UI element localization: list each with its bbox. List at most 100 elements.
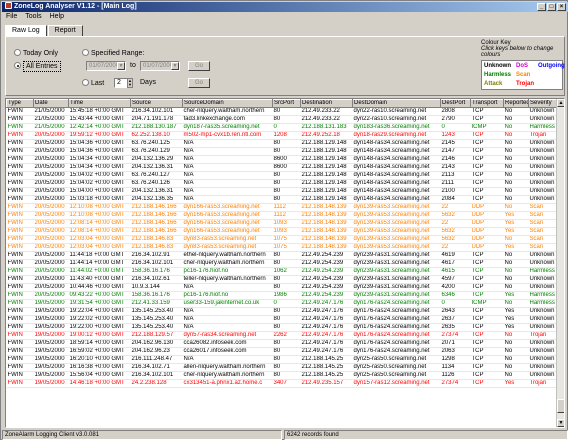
- specified-range-option[interactable]: Specified Range:: [82, 49, 144, 57]
- table-cell: FWIN: [6, 227, 34, 236]
- column-header[interactable]: DestDomain: [352, 99, 441, 108]
- table-row[interactable]: FWIN 20/05/2000 12:10:08 +0:00 GMT 212.188.…: [6, 211, 559, 220]
- table-row[interactable]: FWIN 20/05/2000 19:59:12 +0:00 GMT 62.252.1…: [6, 131, 559, 140]
- close-button[interactable]: ×: [557, 3, 566, 11]
- table-row[interactable]: FWIN 20/05/2000 15:04:00 +0:00 GMT 204.132.…: [6, 187, 559, 196]
- all-entries-label: All Entries: [23, 61, 61, 72]
- chevron-down-icon[interactable]: ▼: [117, 62, 125, 70]
- table-row[interactable]: FWIN 19/05/2000 16:59:02 +0:00 GMT 204.162.…: [6, 347, 559, 356]
- table-cell: 212.188.129.148: [300, 195, 353, 204]
- table-row[interactable]: FWIN 19/05/2000 19:22:00 +0:00 GMT 135.145.…: [6, 323, 559, 332]
- table-cell: 20/05/2000: [33, 203, 69, 212]
- days-go-button[interactable]: Go: [188, 78, 210, 88]
- table-row[interactable]: FWIN 20/05/2000 12:08:14 +0:00 GMT 212.188.…: [6, 219, 559, 228]
- table-cell: Unknown: [528, 259, 559, 268]
- column-header[interactable]: Type: [6, 99, 34, 108]
- today-only-option[interactable]: Today Only: [14, 49, 58, 57]
- scroll-down-icon[interactable]: ▼: [557, 419, 564, 427]
- scroll-thumb[interactable]: [557, 399, 564, 413]
- table-row[interactable]: FWIN 21/05/2000 12:42:14 +0:00 GMT 212.188.…: [6, 123, 559, 132]
- table-row[interactable]: FWIN 20/05/2000 11:44:14 +0:00 GMT 216.34.1…: [6, 259, 559, 268]
- column-header[interactable]: DestPort: [440, 99, 471, 108]
- minimize-button[interactable]: _: [537, 3, 546, 11]
- table-cell: 212.188.146.166: [130, 227, 183, 236]
- colour-key-item[interactable]: Outgoing: [538, 62, 566, 70]
- table-cell: 63.76.240.127: [130, 171, 183, 180]
- title-bar[interactable]: ZoneLog Analyser V1.12 - [Main Log] _ □ …: [2, 2, 568, 12]
- from-date-picker[interactable]: 01/07/2000 ▼: [86, 61, 126, 71]
- last-days-option[interactable]: Last: [82, 79, 104, 87]
- days-label: Days: [140, 79, 156, 86]
- colour-key-item[interactable]: Unknown: [484, 62, 516, 70]
- table-row[interactable]: FWIN 19/05/2000 19:22:02 +0:00 GMT 135.145.…: [6, 315, 559, 324]
- column-header[interactable]: Destination: [300, 99, 353, 108]
- table-row[interactable]: FWIN 19/05/2000 19:31:54 +0:00 GMT 212.41.3…: [6, 299, 559, 308]
- menu-help[interactable]: Help: [50, 12, 64, 22]
- log-table-container[interactable]: Type Date Time Source SourceDomain SrcPort Des…: [5, 98, 565, 428]
- table-row[interactable]: FWIN 20/05/2000 15:04:34 +0:00 GMT 204.132.…: [6, 163, 559, 172]
- table-row[interactable]: FWIN 19/05/2000 15:56:04 +0:00 GMT 216.34.1…: [6, 371, 559, 380]
- table-row[interactable]: FWIN 20/05/2000 10:44:46 +0:00 GMT 10.9.3.1…: [6, 283, 559, 292]
- table-row[interactable]: FWIN 20/05/2000 15:04:02 +0:00 GMT 63.76.24…: [6, 171, 559, 180]
- column-header[interactable]: Reported: [503, 99, 529, 108]
- specified-range-radio[interactable]: [82, 49, 89, 56]
- vertical-scrollbar[interactable]: ▲ ▼: [556, 99, 564, 427]
- table-row[interactable]: FWIN 19/05/2000 14:46:18 +0:00 GMT 24.2.238…: [6, 379, 559, 388]
- colour-key-item[interactable]: Harmless: [484, 71, 516, 79]
- table-row[interactable]: FWIN 20/05/2000 11:44:02 +0:00 GMT 158.36.1…: [6, 267, 559, 276]
- table-row[interactable]: FWIN 21/05/2000 15:45:18 +0:00 GMT 216.34.1…: [6, 107, 559, 116]
- chevron-down-icon[interactable]: ▼: [171, 62, 179, 70]
- table-row[interactable]: FWIN 20/05/2000 11:43:40 +0:00 GMT 216.34.1…: [6, 275, 559, 284]
- colour-key-item[interactable]: Scan: [516, 71, 538, 79]
- table-cell: dyn148-ras34.screaming.net: [352, 155, 441, 164]
- today-only-radio[interactable]: [14, 49, 21, 56]
- column-header[interactable]: SrcPort: [272, 99, 301, 108]
- table-cell: FWIN: [6, 371, 34, 380]
- colour-key-item[interactable]: [538, 71, 566, 79]
- colour-key-item[interactable]: Attack: [484, 80, 516, 88]
- last-days-radio[interactable]: [82, 79, 89, 86]
- table-row[interactable]: FWIN 20/05/2000 12:03:04 +0:00 GMT 212.188.…: [6, 243, 559, 252]
- column-header[interactable]: SourceDomain: [182, 99, 273, 108]
- all-entries-option[interactable]: All Entries: [14, 61, 61, 72]
- table-row[interactable]: FWIN 20/05/2000 15:03:18 +0:00 GMT 204.132.…: [6, 195, 559, 204]
- table-row[interactable]: FWIN 21/05/2000 15:43:44 +0:00 GMT 204.71.1…: [6, 115, 559, 124]
- colour-key-item[interactable]: DoS: [516, 62, 538, 70]
- table-cell: FWIN: [6, 219, 34, 228]
- table-cell: 212.49.235.157: [300, 379, 353, 388]
- column-header[interactable]: Date: [33, 99, 69, 108]
- colour-key-item[interactable]: Trojan: [516, 80, 538, 88]
- table-cell: 212.188.148.139: [300, 243, 353, 252]
- menu-tools[interactable]: Tools: [25, 12, 41, 22]
- table-row[interactable]: FWIN 20/05/2000 15:04:36 +0:00 GMT 63.76.24…: [6, 147, 559, 156]
- table-row[interactable]: FWIN 20/05/2000 12:08:14 +0:00 GMT 212.188.…: [6, 227, 559, 236]
- spinner-arrows-icon[interactable]: ▲ ▼: [127, 78, 133, 88]
- days-spinner[interactable]: 2 ▲ ▼: [114, 78, 133, 88]
- scroll-up-icon[interactable]: ▲: [557, 99, 564, 107]
- column-header[interactable]: Time: [68, 99, 131, 108]
- table-cell: 16:59:02 +0:00 GMT: [68, 347, 131, 356]
- all-entries-radio[interactable]: [14, 62, 21, 69]
- table-row[interactable]: FWIN 20/05/2000 15:04:02 +0:00 GMT 63.76.24…: [6, 179, 559, 188]
- column-header[interactable]: Source: [130, 99, 183, 108]
- table-row[interactable]: FWIN 20/05/2000 11:44:18 +0:00 GMT 216.34.1…: [6, 251, 559, 260]
- column-header[interactable]: Severity: [528, 99, 559, 108]
- tab-report[interactable]: Report: [47, 25, 83, 36]
- range-go-button[interactable]: Go: [188, 61, 210, 71]
- table-row[interactable]: FWIN 19/05/2000 19:00:12 +0:00 GMT 212.188.…: [6, 331, 559, 340]
- colour-key-item[interactable]: [538, 80, 566, 88]
- table-row[interactable]: FWIN 19/05/2000 16:20:10 +0:00 GMT 216.111.…: [6, 355, 559, 364]
- table-row[interactable]: FWIN 19/05/2000 18:59:14 +0:00 GMT 204.162.…: [6, 339, 559, 348]
- table-row[interactable]: FWIN 20/05/2000 15:04:36 +0:00 GMT 63.76.24…: [6, 139, 559, 148]
- table-row[interactable]: FWIN 19/05/2000 16:16:38 +0:00 GMT 216.34.1…: [6, 363, 559, 372]
- column-header[interactable]: Transport: [470, 99, 504, 108]
- table-row[interactable]: FWIN 20/05/2000 09:43:22 +0:00 GMT 158.36.1…: [6, 291, 559, 300]
- table-row[interactable]: FWIN 20/05/2000 12:03:04 +0:00 GMT 212.188.…: [6, 235, 559, 244]
- table-row[interactable]: FWIN 19/05/2000 19:22:04 +0:00 GMT 135.145.…: [6, 307, 559, 316]
- table-row[interactable]: FWIN 20/05/2000 12:10:08 +0:00 GMT 212.188.…: [6, 203, 559, 212]
- table-cell: No: [503, 203, 529, 212]
- maximize-button[interactable]: □: [547, 3, 556, 11]
- menu-file[interactable]: File: [6, 12, 17, 22]
- table-row[interactable]: FWIN 20/05/2000 15:04:34 +0:00 GMT 204.132.…: [6, 155, 559, 164]
- to-date-picker[interactable]: 01/07/2000 ▼: [140, 61, 180, 71]
